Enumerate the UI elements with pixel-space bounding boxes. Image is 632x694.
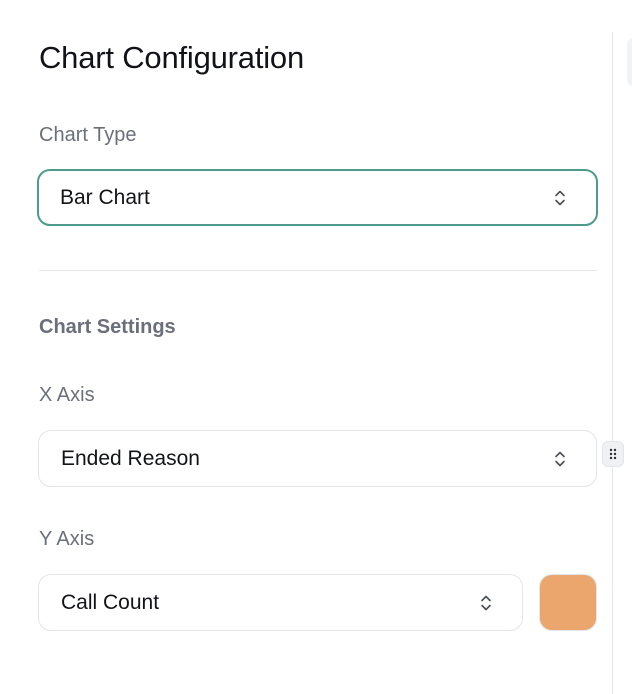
- chart-type-value: Bar Chart: [60, 185, 150, 209]
- x-axis-value: Ended Reason: [61, 446, 200, 470]
- chart-type-label: Chart Type: [39, 124, 137, 146]
- drag-handle-icon: [609, 448, 617, 460]
- chevron-up-down-icon: [555, 451, 565, 466]
- section-divider: [39, 270, 597, 271]
- chevron-up-down-icon: [481, 595, 491, 610]
- chart-configuration-panel: Chart Configuration Chart Type Bar Chart…: [0, 0, 612, 694]
- x-axis-select[interactable]: Ended Reason: [38, 430, 597, 487]
- series-color-swatch[interactable]: [539, 574, 597, 631]
- panel-title: Chart Configuration: [39, 40, 305, 75]
- y-axis-select[interactable]: Call Count: [38, 574, 523, 631]
- chart-type-select[interactable]: Bar Chart: [37, 169, 598, 226]
- chevron-up-down-icon: [555, 190, 565, 205]
- adjacent-panel-edge: [613, 0, 632, 694]
- chart-settings-title: Chart Settings: [39, 316, 176, 338]
- adjacent-panel-peek: [627, 38, 632, 86]
- panel-resize-handle[interactable]: [602, 441, 624, 467]
- y-axis-value: Call Count: [61, 590, 160, 614]
- y-axis-label: Y Axis: [39, 528, 95, 550]
- x-axis-label: X Axis: [39, 384, 95, 406]
